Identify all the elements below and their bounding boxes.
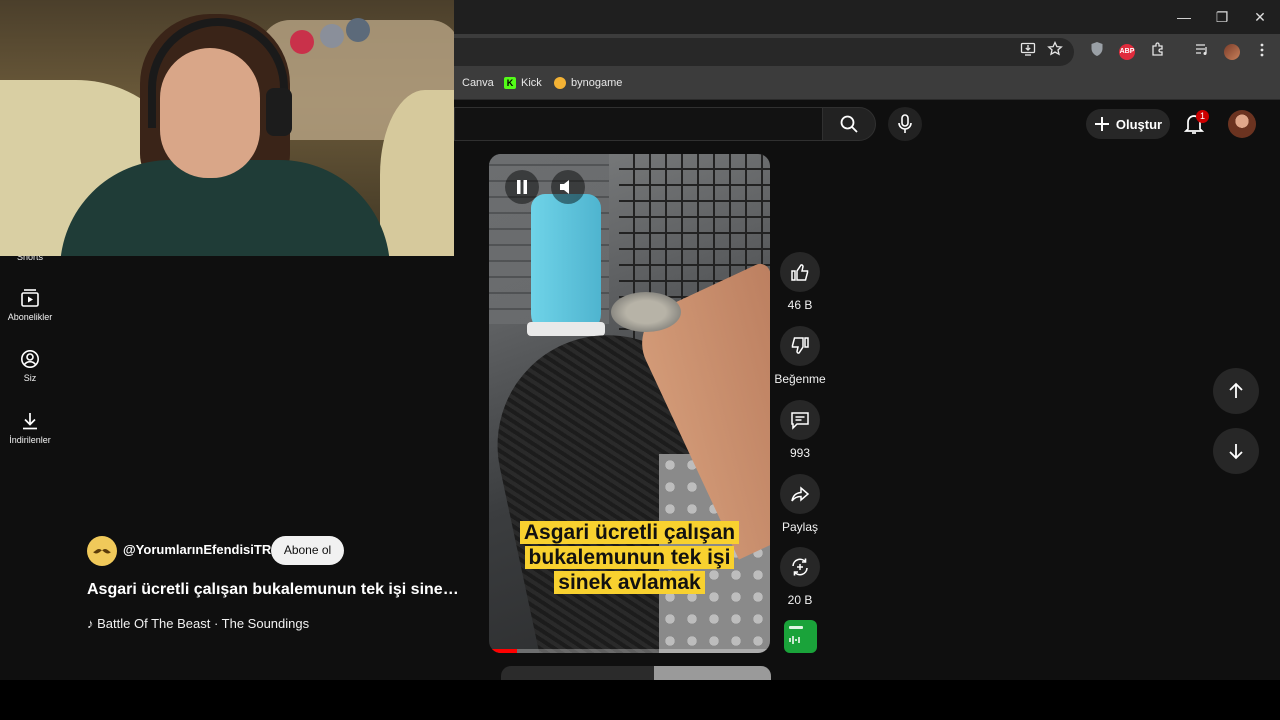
sidebar-item-label: Siz — [23, 373, 37, 383]
plus-icon — [1094, 117, 1109, 131]
thumbs-down-icon — [791, 337, 809, 354]
minimize-button[interactable]: — — [1172, 6, 1196, 28]
bookmark-bynogame[interactable]: bynogame — [554, 77, 622, 89]
voice-search-button[interactable] — [888, 107, 922, 141]
comment-icon — [791, 412, 809, 430]
bookmark-kick[interactable]: K Kick — [504, 77, 542, 89]
video-frame-kettle — [531, 194, 601, 334]
shield-extension-icon[interactable] — [1085, 40, 1109, 64]
bookmark-star-icon[interactable] — [1043, 40, 1067, 64]
comments-button[interactable] — [780, 400, 820, 440]
mustache-icon — [93, 549, 111, 554]
subscribe-button[interactable]: Abone ol — [271, 536, 344, 565]
remix-button[interactable] — [780, 547, 820, 587]
channel-handle[interactable]: @YorumlarınEfendisiTR — [123, 542, 271, 557]
webcam-plush-toy — [346, 18, 370, 42]
pause-button[interactable] — [505, 170, 539, 204]
notifications-button[interactable]: 1 — [1180, 110, 1209, 138]
next-short-thumbnail — [654, 666, 771, 680]
create-label: Oluştur — [1115, 116, 1163, 132]
extensions-puzzle-icon[interactable] — [1146, 40, 1170, 64]
remix-count: 20 B — [787, 593, 813, 607]
previous-video-button[interactable] — [1213, 368, 1259, 414]
dislike-label: Beğenme — [774, 372, 826, 386]
address-bar[interactable] — [440, 38, 1074, 66]
webcam-plush-toy — [320, 24, 344, 48]
video-title[interactable]: Asgari ücretli çalışan bukalemunun tek i… — [87, 581, 459, 599]
adblock-plus-icon[interactable]: ABP — [1119, 44, 1135, 60]
account-avatar[interactable] — [1228, 110, 1256, 138]
bookmark-canva[interactable]: Canva — [462, 77, 494, 89]
remix-action[interactable]: 20 B — [770, 547, 830, 607]
dislike-button[interactable] — [780, 326, 820, 366]
video-progress-bar[interactable] — [489, 649, 770, 653]
bottom-black-bar — [0, 680, 1280, 720]
video-progress-fill — [489, 649, 518, 653]
install-app-icon[interactable] — [1016, 40, 1040, 64]
bookmark-label: Canva — [462, 77, 494, 89]
search-input[interactable] — [454, 107, 822, 141]
like-count: 46 B — [787, 298, 813, 312]
music-note-icon: ♪ — [87, 616, 94, 631]
share-button[interactable] — [780, 474, 820, 514]
remix-icon — [792, 558, 808, 576]
bynogame-icon — [554, 77, 566, 89]
mute-button[interactable] — [551, 170, 585, 204]
share-icon — [791, 486, 810, 502]
video-caption-text: Asgari ücretli çalışan bukalemunun tek i… — [519, 521, 740, 594]
webcam-plush-toy — [290, 30, 314, 54]
sidebar-item-label: İndirilenler — [9, 435, 51, 445]
downloads-icon — [23, 413, 37, 430]
volume-icon — [560, 180, 569, 194]
profile-avatar-icon[interactable] — [1224, 44, 1240, 60]
channel-avatar[interactable] — [87, 536, 117, 566]
comment-count: 993 — [789, 446, 811, 460]
like-button[interactable] — [780, 252, 820, 292]
you-icon — [21, 350, 39, 368]
video-frame-chameleon — [611, 292, 681, 332]
media-control-icon[interactable] — [1190, 40, 1214, 64]
next-video-button[interactable] — [1213, 428, 1259, 474]
like-action[interactable]: 46 B — [770, 252, 830, 312]
sidebar-item-label: Abonelikler — [7, 312, 53, 322]
webcam-headset-earcup — [266, 88, 292, 136]
comments-action[interactable]: 993 — [770, 400, 830, 460]
arrow-down-icon — [1229, 444, 1243, 460]
close-button[interactable]: ✕ — [1248, 6, 1272, 28]
share-action[interactable]: Paylaş — [770, 474, 830, 534]
kick-icon: K — [504, 77, 516, 89]
create-button[interactable]: Oluştur — [1086, 109, 1170, 139]
bookmark-label: Kick — [521, 77, 542, 89]
subscriptions-icon — [21, 289, 39, 307]
sound-thumbnail[interactable] — [784, 620, 817, 653]
search-button[interactable] — [822, 107, 876, 141]
shorts-video-player[interactable]: Asgari ücretli çalışan bukalemunun tek i… — [489, 154, 770, 653]
notification-count-badge: 1 — [1196, 110, 1209, 123]
music-track-label: Battle Of The Beast · The Soundings — [97, 616, 310, 631]
arrow-up-icon — [1229, 382, 1243, 398]
sidebar-item-downloads[interactable]: İndirilenler — [0, 411, 60, 445]
music-track-link[interactable]: ♪ Battle Of The Beast · The Soundings — [87, 616, 309, 631]
video-caption: Asgari ücretli çalışan bukalemunun tek i… — [507, 520, 752, 595]
browser-menu-icon[interactable] — [1250, 40, 1274, 64]
microphone-icon — [898, 114, 912, 133]
share-label: Paylaş — [781, 520, 819, 534]
search-icon — [840, 115, 858, 133]
restore-button[interactable]: ❐ — [1210, 6, 1234, 28]
webcam-overlay — [0, 0, 454, 256]
video-frame-kettle-base — [527, 322, 605, 336]
sidebar-item-subscriptions[interactable]: Abonelikler — [0, 288, 60, 322]
audio-wave-icon — [789, 626, 803, 644]
dislike-action[interactable]: Beğenme — [770, 326, 830, 386]
bookmark-label: bynogame — [571, 77, 623, 89]
thumbs-up-icon — [791, 264, 809, 281]
sidebar-item-you[interactable]: Siz — [0, 349, 60, 383]
pause-icon — [517, 180, 527, 194]
